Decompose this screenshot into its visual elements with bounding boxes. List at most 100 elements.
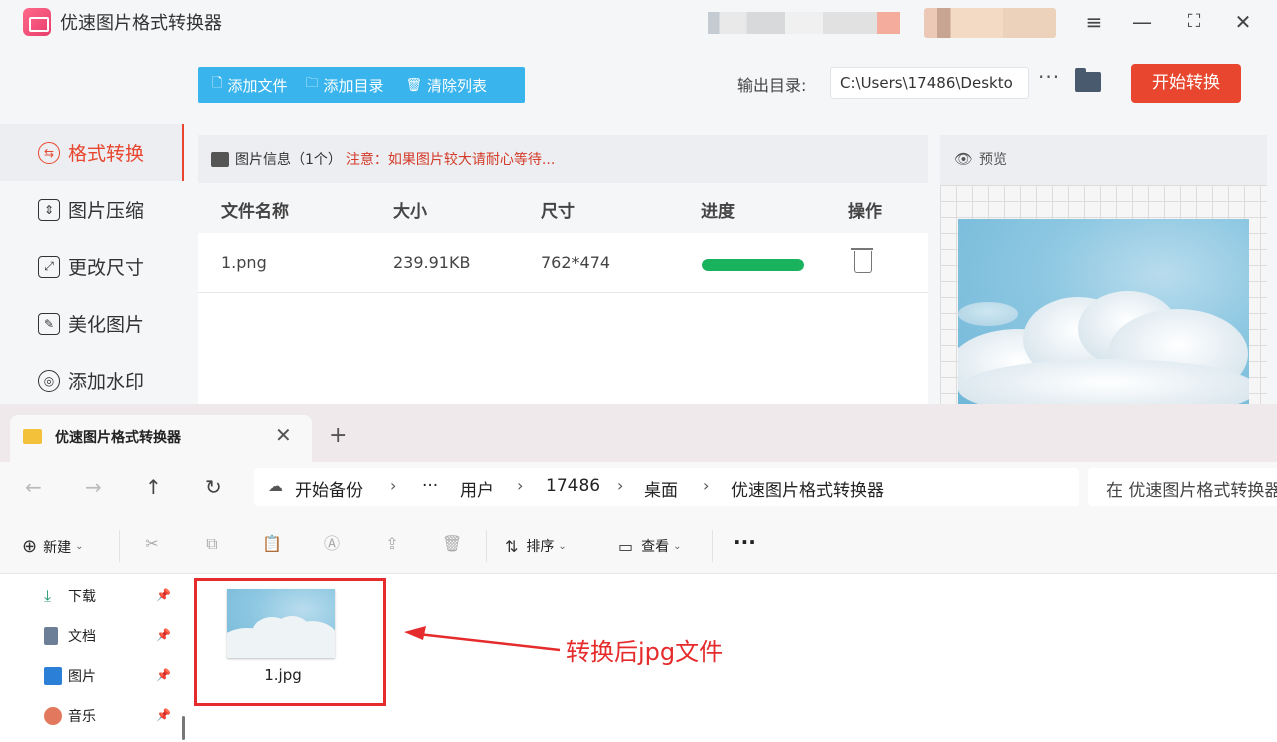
new-tab-icon[interactable]: + <box>329 423 347 448</box>
explorer-command-bar: ⊕ 新建 ⌄ ✂ ⧉ 📋 Ⓐ ⇪ 🗑 ⇅ 排序 ⌄ ▭ 查看 ⌄ ··· <box>0 518 1277 574</box>
sidebar-item-beautify[interactable]: ✎ 美化图片 <box>0 295 184 352</box>
explorer-tab[interactable]: 优速图片格式转换器 ✕ <box>10 415 312 462</box>
add-file-label: 添加文件 <box>227 76 288 95</box>
clear-list-button[interactable]: 🗑 清除列表 <box>406 75 488 96</box>
rename-icon[interactable]: Ⓐ <box>322 534 342 554</box>
breadcrumb-item[interactable]: 优速图片格式转换器 <box>731 476 884 501</box>
breadcrumb-item[interactable]: 用户 <box>460 476 494 501</box>
minimize-icon[interactable]: — <box>1128 8 1156 36</box>
breadcrumb-item[interactable]: 开始备份 <box>295 476 363 501</box>
toolbar: 🗋 添加文件 🗀 添加目录 🗑 清除列表 输出目录: C:\Users\1748… <box>186 50 1277 120</box>
breadcrumb[interactable]: ☁ 开始备份 › ··· 用户 › 17486 › 桌面 › 优速图片格式转换器 <box>254 468 1079 506</box>
up-icon[interactable]: ↑ <box>145 475 162 499</box>
sidebar: ⇆ 格式转换 ⇕ 图片压缩 ⤢ 更改尺寸 ✎ 美化图片 ◎ 添加水印 <box>0 120 184 420</box>
chevron-right-icon: › <box>390 476 397 495</box>
beautify-icon: ✎ <box>38 312 60 335</box>
music-icon <box>44 707 62 725</box>
forward-icon[interactable]: → <box>85 475 102 499</box>
sidebar-item-label: 更改尺寸 <box>68 257 145 279</box>
pin-icon[interactable]: 📌 <box>156 668 171 682</box>
new-button[interactable]: ⊕ 新建 ⌄ <box>22 536 83 557</box>
app-title: 优速图片格式转换器 <box>60 13 222 34</box>
side-item-label: 下载 <box>68 589 96 605</box>
file-explorer-window: 优速图片格式转换器 ✕ + ← → ↑ ↻ ☁ 开始备份 › ··· 用户 › … <box>0 404 1277 742</box>
share-icon[interactable]: ⇪ <box>382 534 402 554</box>
clear-list-label: 清除列表 <box>427 76 488 95</box>
divider <box>486 530 487 562</box>
column-header: 尺寸 <box>541 202 575 222</box>
preview-label: 预览 <box>979 152 1008 168</box>
table-row[interactable]: 1.png 239.91KB 762*474 <box>198 233 928 293</box>
explorer-tab-title: 优速图片格式转换器 <box>55 430 181 446</box>
explorer-sidebar: ⤓ 下载 📌 文档 📌 图片 📌 音乐 📌 <box>0 574 176 742</box>
highlight-box <box>194 578 386 706</box>
paste-icon[interactable]: 📋 <box>262 534 282 554</box>
breadcrumb-item[interactable]: ··· <box>422 476 438 496</box>
file-name-cell: 1.png <box>221 253 267 272</box>
sidebar-item-format-convert[interactable]: ⇆ 格式转换 <box>0 124 184 181</box>
pictures-icon <box>44 667 62 685</box>
preview-panel: 👁 预览 <box>940 135 1267 410</box>
scrollbar[interactable] <box>182 716 185 740</box>
quick-access-documents[interactable]: 文档 <box>44 626 96 646</box>
pin-icon[interactable]: 📌 <box>156 708 171 722</box>
file-size-cell: 239.91KB <box>393 253 471 272</box>
delete-icon[interactable] <box>851 248 873 273</box>
tab-close-icon[interactable]: ✕ <box>275 423 292 447</box>
quick-access-music[interactable]: 音乐 <box>44 706 96 726</box>
breadcrumb-item[interactable]: 桌面 <box>644 476 678 501</box>
sidebar-item-watermark[interactable]: ◎ 添加水印 <box>0 352 184 409</box>
maximize-icon[interactable]: ⛶ <box>1180 8 1208 36</box>
menu-icon[interactable]: ≡ <box>1080 8 1108 36</box>
output-dir-field[interactable]: C:\Users\17486\Deskto <box>830 67 1029 99</box>
plus-circle-icon: ⊕ <box>22 536 38 557</box>
more-commands-button[interactable]: ··· <box>733 530 756 554</box>
side-item-label: 音乐 <box>68 709 96 725</box>
pin-icon[interactable]: 📌 <box>156 628 171 642</box>
image-icon <box>211 151 229 167</box>
search-input[interactable]: 在 优速图片格式转换器 <box>1088 468 1277 506</box>
quick-access-pictures[interactable]: 图片 <box>44 666 96 686</box>
sidebar-item-label: 格式转换 <box>68 143 145 165</box>
app-window: 优速图片格式转换器 ≡ — ⛶ ✕ ⇆ 格式转换 ⇕ 图片压缩 ⤢ 更改尺寸 ✎… <box>0 0 1277 742</box>
chevron-down-icon: ⌄ <box>673 540 682 552</box>
chevron-down-icon: ⌄ <box>75 541 84 552</box>
more-options-button[interactable]: ··· <box>1038 65 1060 89</box>
progress-bar-fill <box>702 259 804 271</box>
open-folder-icon[interactable] <box>1075 68 1101 92</box>
delete-icon[interactable]: 🗑 <box>442 534 462 554</box>
breadcrumb-item[interactable]: 17486 <box>546 476 600 496</box>
chevron-right-icon: › <box>617 476 624 495</box>
sidebar-item-compress[interactable]: ⇕ 图片压缩 <box>0 181 184 238</box>
file-button-group: 🗋 添加文件 🗀 添加目录 🗑 清除列表 <box>198 67 525 103</box>
add-file-button[interactable]: 🗋 添加文件 <box>212 74 287 96</box>
view-label: 查看 <box>641 539 670 555</box>
divider <box>712 530 713 562</box>
sort-label: 排序 <box>526 539 555 555</box>
sidebar-item-resize[interactable]: ⤢ 更改尺寸 <box>0 238 184 295</box>
sort-button[interactable]: ⇅ 排序 ⌄ <box>505 536 567 556</box>
quick-access-downloads[interactable]: ⤓ 下载 <box>44 586 96 606</box>
title-bar: 优速图片格式转换器 ≡ — ⛶ ✕ <box>0 0 1277 44</box>
watermark-icon: ◎ <box>38 369 60 392</box>
folder-icon: 🗀 <box>305 76 319 91</box>
add-folder-button[interactable]: 🗀 添加目录 <box>305 74 383 96</box>
view-button[interactable]: ▭ 查看 ⌄ <box>618 536 682 556</box>
close-icon[interactable]: ✕ <box>1229 8 1257 36</box>
annotation-arrow <box>404 626 561 652</box>
add-folder-label: 添加目录 <box>323 76 384 95</box>
chevron-right-icon: › <box>517 476 524 495</box>
start-convert-button[interactable]: 开始转换 <box>1131 64 1241 103</box>
divider <box>119 530 120 562</box>
copy-icon[interactable]: ⧉ <box>202 534 222 554</box>
document-icon <box>44 627 58 645</box>
chevron-right-icon: › <box>703 476 710 495</box>
pin-icon[interactable]: 📌 <box>156 588 171 602</box>
compress-icon: ⇕ <box>38 198 60 221</box>
cut-icon[interactable]: ✂ <box>142 534 162 554</box>
side-item-label: 文档 <box>68 629 96 645</box>
preview-header: 👁 预览 <box>940 135 1267 183</box>
back-icon[interactable]: ← <box>25 475 42 499</box>
explorer-address-bar: ← → ↑ ↻ ☁ 开始备份 › ··· 用户 › 17486 › 桌面 › 优… <box>0 462 1277 518</box>
refresh-icon[interactable]: ↻ <box>205 475 222 499</box>
